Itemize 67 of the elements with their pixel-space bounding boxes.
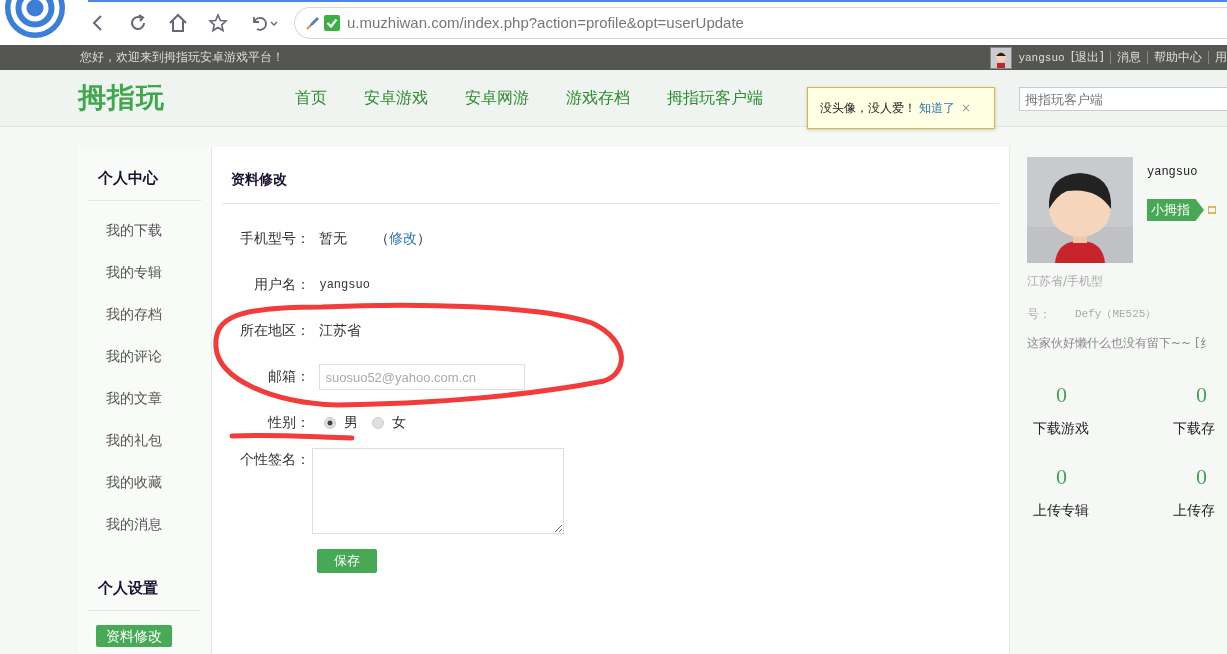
check-icon bbox=[324, 14, 340, 31]
top-link[interactable]: 用 bbox=[1215, 49, 1227, 66]
sidebar-item[interactable]: 我的文章 bbox=[88, 377, 162, 419]
sidebar-item[interactable]: 资料修改 bbox=[96, 625, 172, 647]
sidebar-item[interactable]: 我的收藏 bbox=[88, 461, 162, 503]
nav-link[interactable]: 游戏存档 bbox=[566, 87, 630, 109]
avatar-icon[interactable] bbox=[990, 46, 1013, 69]
url-text: u.muzhiwan.com/index.php?action=profile&opt=userUpdate bbox=[347, 14, 744, 31]
close-icon[interactable]: × bbox=[961, 101, 972, 115]
paren-text: （ bbox=[375, 230, 390, 248]
stat-label: 上传存 bbox=[1173, 502, 1215, 520]
stat-label: 下载存 bbox=[1173, 420, 1215, 438]
reload-icon[interactable] bbox=[128, 12, 148, 33]
stat-label: 上传专辑 bbox=[1033, 502, 1089, 520]
level-badge: 小拇指 bbox=[1147, 199, 1204, 221]
sidebar-heading: 个人中心 bbox=[97, 168, 159, 189]
field-label: 性别： bbox=[266, 414, 311, 432]
top-link[interactable]: 消息 bbox=[1117, 49, 1141, 66]
radio-label: 女 bbox=[392, 414, 407, 432]
tooltip-message: 没头像，没人爱！ bbox=[820, 99, 916, 117]
stat-count: 0 bbox=[1056, 382, 1067, 408]
phone-model: Defy（ME525） bbox=[1075, 307, 1157, 322]
level-icon bbox=[1208, 205, 1216, 215]
dismiss-link[interactable]: 知道了 bbox=[919, 99, 955, 117]
stat-label: 下载游戏 bbox=[1033, 420, 1089, 438]
home-icon[interactable] bbox=[168, 12, 188, 33]
edit-link[interactable]: 修改 bbox=[389, 230, 418, 248]
sidebar-heading: 个人设置 bbox=[97, 578, 159, 599]
search-field[interactable]: 拇指玩客户端 bbox=[1019, 87, 1227, 111]
stat-count: 0 bbox=[1196, 382, 1207, 408]
field-label: 所在地区： bbox=[239, 322, 311, 340]
bio-text: 这家伙好懒什么也没有留下~~ [纟 bbox=[1027, 335, 1213, 352]
radio-label: 男 bbox=[344, 414, 359, 432]
logout-link[interactable]: [退出] bbox=[1070, 49, 1104, 66]
field-value: yangsuo bbox=[319, 278, 370, 292]
field-value: 暂无 bbox=[319, 230, 348, 248]
radio-button[interactable] bbox=[372, 417, 385, 429]
rocket-icon bbox=[305, 14, 321, 31]
welcome-text: 您好，欢迎来到拇指玩安卓游戏平台！ bbox=[80, 49, 284, 66]
sidebar-item[interactable]: 我的下载 bbox=[88, 209, 162, 251]
phone-label: 号： bbox=[1027, 306, 1051, 323]
sidebar-item[interactable]: 我的消息 bbox=[88, 503, 162, 545]
stat-count: 0 bbox=[1056, 464, 1067, 490]
field-label: 手机型号： bbox=[239, 230, 311, 248]
top-link[interactable]: 帮助中心 bbox=[1154, 49, 1202, 66]
paren-text: ） bbox=[417, 230, 432, 248]
sidebar-item[interactable]: 我的评论 bbox=[88, 335, 162, 377]
nav-link[interactable]: 安卓游戏 bbox=[364, 87, 428, 109]
stat-count: 0 bbox=[1196, 464, 1207, 490]
radio-button[interactable] bbox=[324, 417, 337, 429]
sidebar-item[interactable]: 我的礼包 bbox=[88, 419, 162, 461]
nav-link[interactable]: 首页 bbox=[295, 87, 327, 109]
nav-link[interactable]: 安卓网游 bbox=[465, 87, 529, 109]
field-label: 个性签名： bbox=[239, 450, 311, 469]
section-title: 资料修改 bbox=[230, 170, 289, 189]
username-link[interactable]: yangsuo bbox=[1018, 51, 1065, 64]
profile-username: yangsuo bbox=[1147, 165, 1199, 179]
field-label: 用户名： bbox=[253, 276, 311, 294]
signature-field[interactable] bbox=[312, 448, 565, 534]
field-value: 江苏省 bbox=[319, 322, 362, 340]
sidebar-item[interactable]: 我的专辑 bbox=[88, 251, 162, 293]
save-button[interactable]: 保存 bbox=[317, 549, 378, 573]
sidebar-item[interactable]: 我的存档 bbox=[88, 293, 162, 335]
nav-link[interactable]: 拇指玩客户端 bbox=[667, 87, 763, 109]
star-icon[interactable] bbox=[208, 12, 228, 33]
field-label: 邮箱： bbox=[267, 368, 311, 386]
location-text: 江苏省/手机型 bbox=[1027, 273, 1105, 290]
